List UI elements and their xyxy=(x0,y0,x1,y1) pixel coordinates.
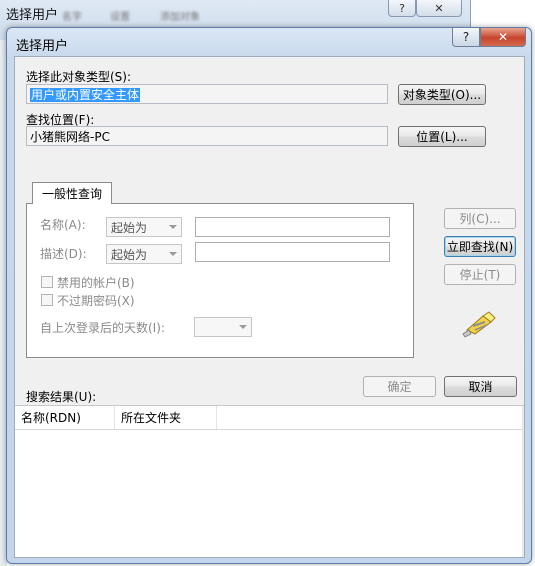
object-types-button[interactable]: 对象类型(O)... xyxy=(398,84,486,105)
tab-general-query[interactable]: 一般性查询 xyxy=(32,182,112,204)
name-mode-value: 起始为 xyxy=(111,221,148,235)
cancel-button[interactable]: 取消 xyxy=(444,376,517,397)
help-button[interactable]: ? xyxy=(452,28,480,47)
chevron-down-icon xyxy=(239,325,247,329)
object-type-value: 用户或内置安全主体 xyxy=(30,88,141,102)
days-since-login-select[interactable] xyxy=(194,317,252,337)
stop-button[interactable]: 停止(T) xyxy=(444,264,516,285)
description-mode-value: 起始为 xyxy=(111,248,148,262)
location-field[interactable]: 小猪熊网络-PC xyxy=(26,126,388,146)
object-type-label: 选择此对象类型(S): xyxy=(26,70,132,84)
dialog-title: 选择用户 xyxy=(16,39,69,54)
results-header: 名称(RDN) 所在文件夹 xyxy=(15,406,524,430)
name-label: 名称(A): xyxy=(40,218,86,232)
ok-button[interactable]: 确定 xyxy=(363,376,436,397)
results-edge xyxy=(522,406,524,557)
column-header-name[interactable]: 名称(RDN) xyxy=(15,406,115,429)
search-results-list[interactable]: 名称(RDN) 所在文件夹 xyxy=(15,405,524,557)
column-header-folder[interactable]: 所在文件夹 xyxy=(115,406,217,429)
description-input[interactable] xyxy=(195,242,390,262)
find-now-button[interactable]: 立即查找(N) xyxy=(444,236,516,257)
dialog-client-area: 选择此对象类型(S): 用户或内置安全主体 对象类型(O)... 查找位置(F)… xyxy=(14,56,525,558)
non-expiring-password-checkbox[interactable] xyxy=(41,294,53,306)
select-users-dialog: 选择用户 ? ✕ 选择此对象类型(S): 用户或内置安全主体 对象类型(O)..… xyxy=(6,27,532,564)
object-type-field[interactable]: 用户或内置安全主体 xyxy=(26,84,388,104)
background-blurred-text: 添加对象 xyxy=(160,12,200,23)
chevron-down-icon xyxy=(169,225,177,229)
non-expiring-password-label: 不过期密码(X) xyxy=(57,294,135,308)
background-blurred-text: 名字 xyxy=(62,12,82,23)
days-since-login-label: 自上次登录后的天数(I): xyxy=(40,321,165,335)
name-input[interactable] xyxy=(195,217,390,237)
background-blurred-text: 设置 xyxy=(110,12,130,23)
name-mode-select[interactable]: 起始为 xyxy=(106,217,182,237)
flashlight-search-icon xyxy=(462,311,496,338)
background-help-button[interactable]: ? xyxy=(388,0,416,17)
columns-button[interactable]: 列(C)... xyxy=(444,208,516,229)
locations-button[interactable]: 位置(L)... xyxy=(398,126,486,147)
search-results-label: 搜索结果(U): xyxy=(26,390,97,404)
close-button[interactable]: ✕ xyxy=(480,28,526,47)
chevron-down-icon xyxy=(169,252,177,256)
background-window-title: 选择用户 xyxy=(6,8,59,23)
description-label: 描述(D): xyxy=(40,247,87,261)
description-mode-select[interactable]: 起始为 xyxy=(106,244,182,264)
disabled-accounts-checkbox[interactable] xyxy=(41,276,53,288)
background-close-button[interactable]: ✕ xyxy=(416,0,462,17)
general-query-panel: 名称(A): 起始为 描述(D): 起始为 禁用的帐户(B) 不过期密码(X) … xyxy=(26,203,414,358)
disabled-accounts-label: 禁用的帐户(B) xyxy=(57,276,135,290)
